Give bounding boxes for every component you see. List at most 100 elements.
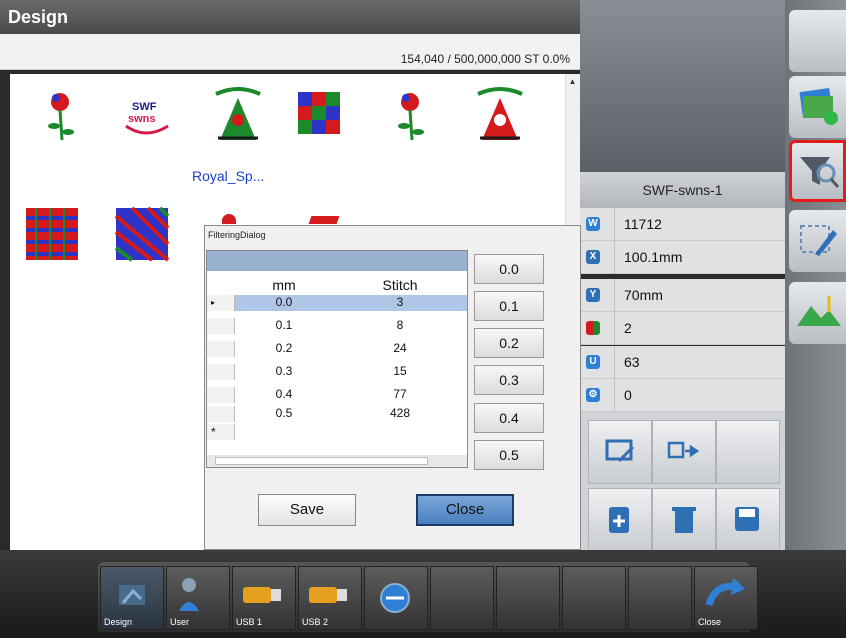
nav-empty-3[interactable] xyxy=(562,566,626,630)
cell-mm[interactable]: 0.2 xyxy=(235,341,333,355)
save-design-button[interactable] xyxy=(716,488,780,552)
color-count-value: 2 xyxy=(624,320,632,336)
row-header xyxy=(207,406,235,422)
cell-stitch[interactable]: 8 xyxy=(333,318,467,332)
delete-button[interactable] xyxy=(652,488,716,552)
design-thumbnail-royal-spring[interactable] xyxy=(208,84,268,144)
add-design-button[interactable] xyxy=(588,488,652,552)
design-thumbnail-swf-logo[interactable]: SWF swns xyxy=(118,88,178,148)
design-thumbnail-rose[interactable] xyxy=(38,88,98,148)
usb-icon xyxy=(243,587,281,603)
design-thumbnail-royal-spring-red[interactable] xyxy=(470,84,530,144)
height-y-icon: Y xyxy=(586,288,600,302)
info-row-changes: U 63 xyxy=(580,346,785,379)
filter-0-1-button[interactable]: 0.1 xyxy=(474,291,544,321)
info-row-settings: ⚙ 0 xyxy=(580,379,785,412)
table-row[interactable]: 0.3 15 xyxy=(207,364,467,380)
design-thumbnail-red-partial[interactable] xyxy=(308,216,340,224)
nav-empty-4[interactable] xyxy=(628,566,692,630)
save-button[interactable]: Save xyxy=(258,494,356,526)
side-button-landscape[interactable] xyxy=(789,282,846,344)
row-header xyxy=(207,341,235,357)
cell-mm[interactable]: 0.3 xyxy=(235,364,333,378)
filter-0-2-button[interactable]: 0.2 xyxy=(474,328,544,358)
change-count-value: 63 xyxy=(624,354,640,370)
table-row[interactable]: 0.5 428 xyxy=(207,406,467,422)
cell-stitch[interactable]: 3 xyxy=(333,295,467,309)
grid-caption-bar xyxy=(207,251,467,271)
filter-search-icon xyxy=(800,157,840,188)
cell-mm[interactable]: 0.4 xyxy=(235,387,333,401)
filter-0-5-button[interactable]: 0.5 xyxy=(474,440,544,470)
info-row-height: Y 70mm xyxy=(580,279,785,312)
undo-close-icon xyxy=(705,577,745,607)
gear-settings-icon: ⚙ xyxy=(586,388,600,402)
design-icon xyxy=(119,585,145,605)
image-edit-icon xyxy=(605,439,635,463)
row-selector-icon: ▸ xyxy=(207,295,235,311)
filter-0-0-button[interactable]: 0.0 xyxy=(474,254,544,284)
nav-ses[interactable] xyxy=(364,566,428,630)
settings-value: 0 xyxy=(624,387,632,403)
nav-user-label: User xyxy=(170,617,190,627)
cell-stitch[interactable]: 15 xyxy=(333,364,467,378)
column-header-mm[interactable]: mm xyxy=(235,277,333,293)
close-button[interactable]: Close xyxy=(416,494,514,526)
ses-icon xyxy=(380,583,410,613)
cell-stitch[interactable]: 428 xyxy=(333,406,467,420)
new-row[interactable]: * xyxy=(207,424,467,440)
dialog-title: FilteringDialog xyxy=(208,230,266,240)
table-row[interactable]: 0.4 77 xyxy=(207,387,467,403)
filter-0-4-button[interactable]: 0.4 xyxy=(474,403,544,433)
row-header xyxy=(207,318,235,334)
info-row-width: X 100.1mm xyxy=(580,241,785,274)
stitch-stats: 154,040 / 500,000,000 ST 0.0% xyxy=(0,34,580,70)
cell-stitch[interactable]: 77 xyxy=(333,387,467,401)
cell-mm[interactable]: 0.1 xyxy=(235,318,333,332)
grid-scroll-thumb[interactable] xyxy=(215,457,428,465)
design-thumbnail-rose-2[interactable] xyxy=(388,88,448,148)
filter-button[interactable] xyxy=(789,140,846,202)
nav-usb2[interactable]: USB 2 xyxy=(298,566,362,630)
design-thumbnail-pattern-multicolor[interactable] xyxy=(294,88,354,148)
nav-close-label: Close xyxy=(698,617,722,627)
nav-usb1-label: USB 1 xyxy=(236,617,263,627)
nav-usb1[interactable]: USB 1 xyxy=(232,566,296,630)
image-edit-button[interactable] xyxy=(588,420,652,484)
nav-user[interactable]: User xyxy=(166,566,230,630)
side-button-layout[interactable] xyxy=(789,210,846,272)
cell-mm[interactable]: 0.5 xyxy=(235,406,333,420)
nav-empty-1[interactable] xyxy=(430,566,494,630)
table-row[interactable]: ▸ 0.0 3 xyxy=(207,295,467,311)
transfer-arrow-icon xyxy=(667,441,700,459)
column-header-stitch[interactable]: Stitch xyxy=(333,277,467,293)
table-row[interactable]: 0.1 8 xyxy=(207,318,467,334)
nav-usb2-label: USB 2 xyxy=(302,617,329,627)
layout-edit-icon xyxy=(800,225,837,256)
design-thumbnail-tile-pattern[interactable] xyxy=(22,204,82,264)
side-button-image[interactable] xyxy=(789,76,846,138)
row-header xyxy=(207,387,235,403)
design-thumbnail-rose-partial[interactable] xyxy=(222,214,236,224)
usb-icon xyxy=(309,587,347,603)
scroll-up-arrow-icon[interactable]: ▲ xyxy=(565,74,580,89)
trash-icon xyxy=(672,507,696,533)
cell-mm[interactable]: 0.0 xyxy=(235,295,333,309)
nav-empty-2[interactable] xyxy=(496,566,560,630)
nav-close[interactable]: Close xyxy=(694,566,758,630)
page-title: Design xyxy=(0,0,580,34)
table-row[interactable]: 0.2 24 xyxy=(207,341,467,357)
stitch-count-value: 11712 xyxy=(624,216,662,232)
side-button-blank[interactable] xyxy=(789,10,846,72)
cell-stitch[interactable]: 24 xyxy=(333,341,467,355)
design-name-label[interactable]: Royal_Sp... xyxy=(192,168,264,184)
height-value: 70mm xyxy=(624,287,663,303)
empty-tool-button[interactable] xyxy=(716,420,780,484)
design-thumbnail-checker-pattern[interactable] xyxy=(112,204,172,264)
nav-design[interactable]: Design xyxy=(100,566,164,630)
transfer-button[interactable] xyxy=(652,420,716,484)
svg-text:SWF: SWF xyxy=(132,101,157,113)
new-row-marker: * xyxy=(207,424,235,440)
filter-0-3-button[interactable]: 0.3 xyxy=(474,365,544,395)
image-recycle-icon xyxy=(799,88,838,125)
